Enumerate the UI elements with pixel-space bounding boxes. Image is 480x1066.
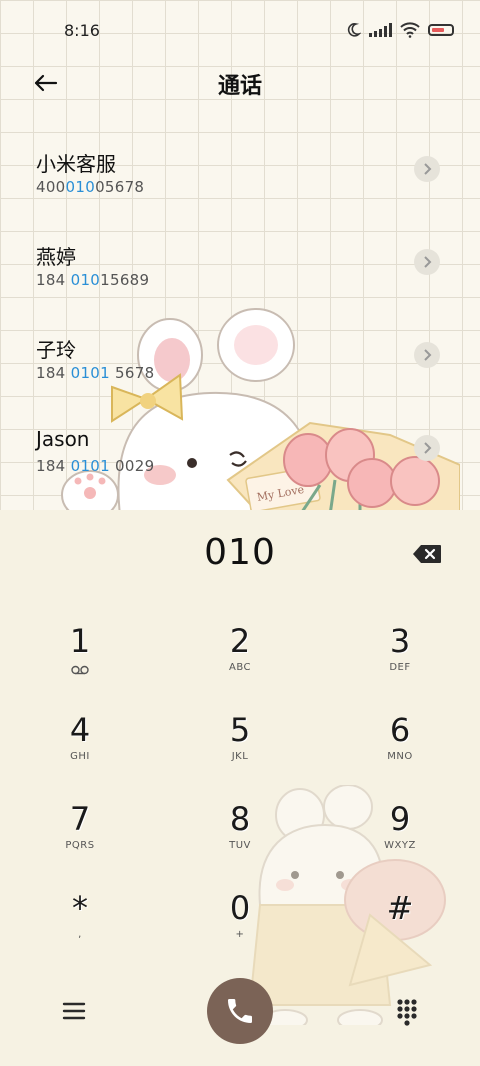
contact-number: 184 0101 5678	[36, 364, 155, 382]
contact-number: 40001005678	[36, 178, 145, 196]
key-1[interactable]: 1	[20, 622, 140, 702]
chevron-right-icon	[424, 163, 432, 175]
chevron-right-icon	[424, 442, 432, 454]
page-title: 通话	[217, 74, 262, 99]
keypad-icon[interactable]	[396, 998, 418, 1026]
moon-icon	[347, 23, 361, 37]
key-8[interactable]: 8 TUV	[180, 800, 300, 880]
wifi-icon	[400, 22, 420, 38]
contact-name: Jason	[36, 427, 90, 451]
status-time: 8:16	[64, 21, 100, 40]
chevron-right-icon	[424, 349, 432, 361]
contact-item[interactable]: 小米客服 40001005678	[0, 148, 480, 218]
contact-name: 小米客服	[36, 152, 116, 176]
status-icons	[345, 22, 454, 38]
contact-number: 184 0101 0029	[36, 457, 155, 475]
backspace-icon[interactable]	[412, 544, 442, 564]
contact-item[interactable]: 燕婷 184 01015689	[0, 241, 480, 311]
dialer-panel: 010 1 2 ABC 3 DEF 4 GHI 5 JKL 6 MNO 7 PQ…	[0, 510, 480, 1066]
contact-item[interactable]: 子玲 184 0101 5678	[0, 334, 480, 404]
key-0[interactable]: 0 +	[180, 889, 300, 969]
voicemail-icon	[71, 665, 89, 675]
contact-name: 燕婷	[36, 245, 76, 269]
contact-detail-button[interactable]	[414, 249, 440, 275]
phone-icon	[228, 999, 252, 1023]
contact-detail-button[interactable]	[414, 156, 440, 182]
call-button[interactable]	[207, 978, 273, 1044]
chevron-right-icon	[424, 256, 432, 268]
key-2[interactable]: 2 ABC	[180, 622, 300, 702]
status-bar: 8:16	[0, 0, 480, 62]
contact-item[interactable]: Jason 184 0101 0029	[0, 427, 480, 497]
key-7[interactable]: 7 PQRS	[20, 800, 140, 880]
key-star[interactable]: * ,	[20, 889, 140, 969]
key-9[interactable]: 9 WXYZ	[340, 800, 460, 880]
dialer-bottom-bar	[0, 978, 480, 1048]
dialed-number: 010	[204, 532, 276, 573]
key-6[interactable]: 6 MNO	[340, 711, 460, 791]
menu-icon[interactable]	[62, 1000, 86, 1022]
battery-icon	[428, 24, 454, 36]
contact-detail-button[interactable]	[414, 342, 440, 368]
signal-icon	[369, 23, 392, 37]
key-3[interactable]: 3 DEF	[340, 622, 460, 702]
contact-number: 184 01015689	[36, 271, 150, 289]
header: 通话	[0, 62, 480, 102]
contact-detail-button[interactable]	[414, 435, 440, 461]
contact-results-area: 8:16 通话 My Love 小米客服 40001005678 燕婷 184 …	[0, 0, 480, 510]
key-hash[interactable]: #	[340, 889, 460, 969]
key-4[interactable]: 4 GHI	[20, 711, 140, 791]
contact-name: 子玲	[36, 338, 76, 362]
key-5[interactable]: 5 JKL	[180, 711, 300, 791]
